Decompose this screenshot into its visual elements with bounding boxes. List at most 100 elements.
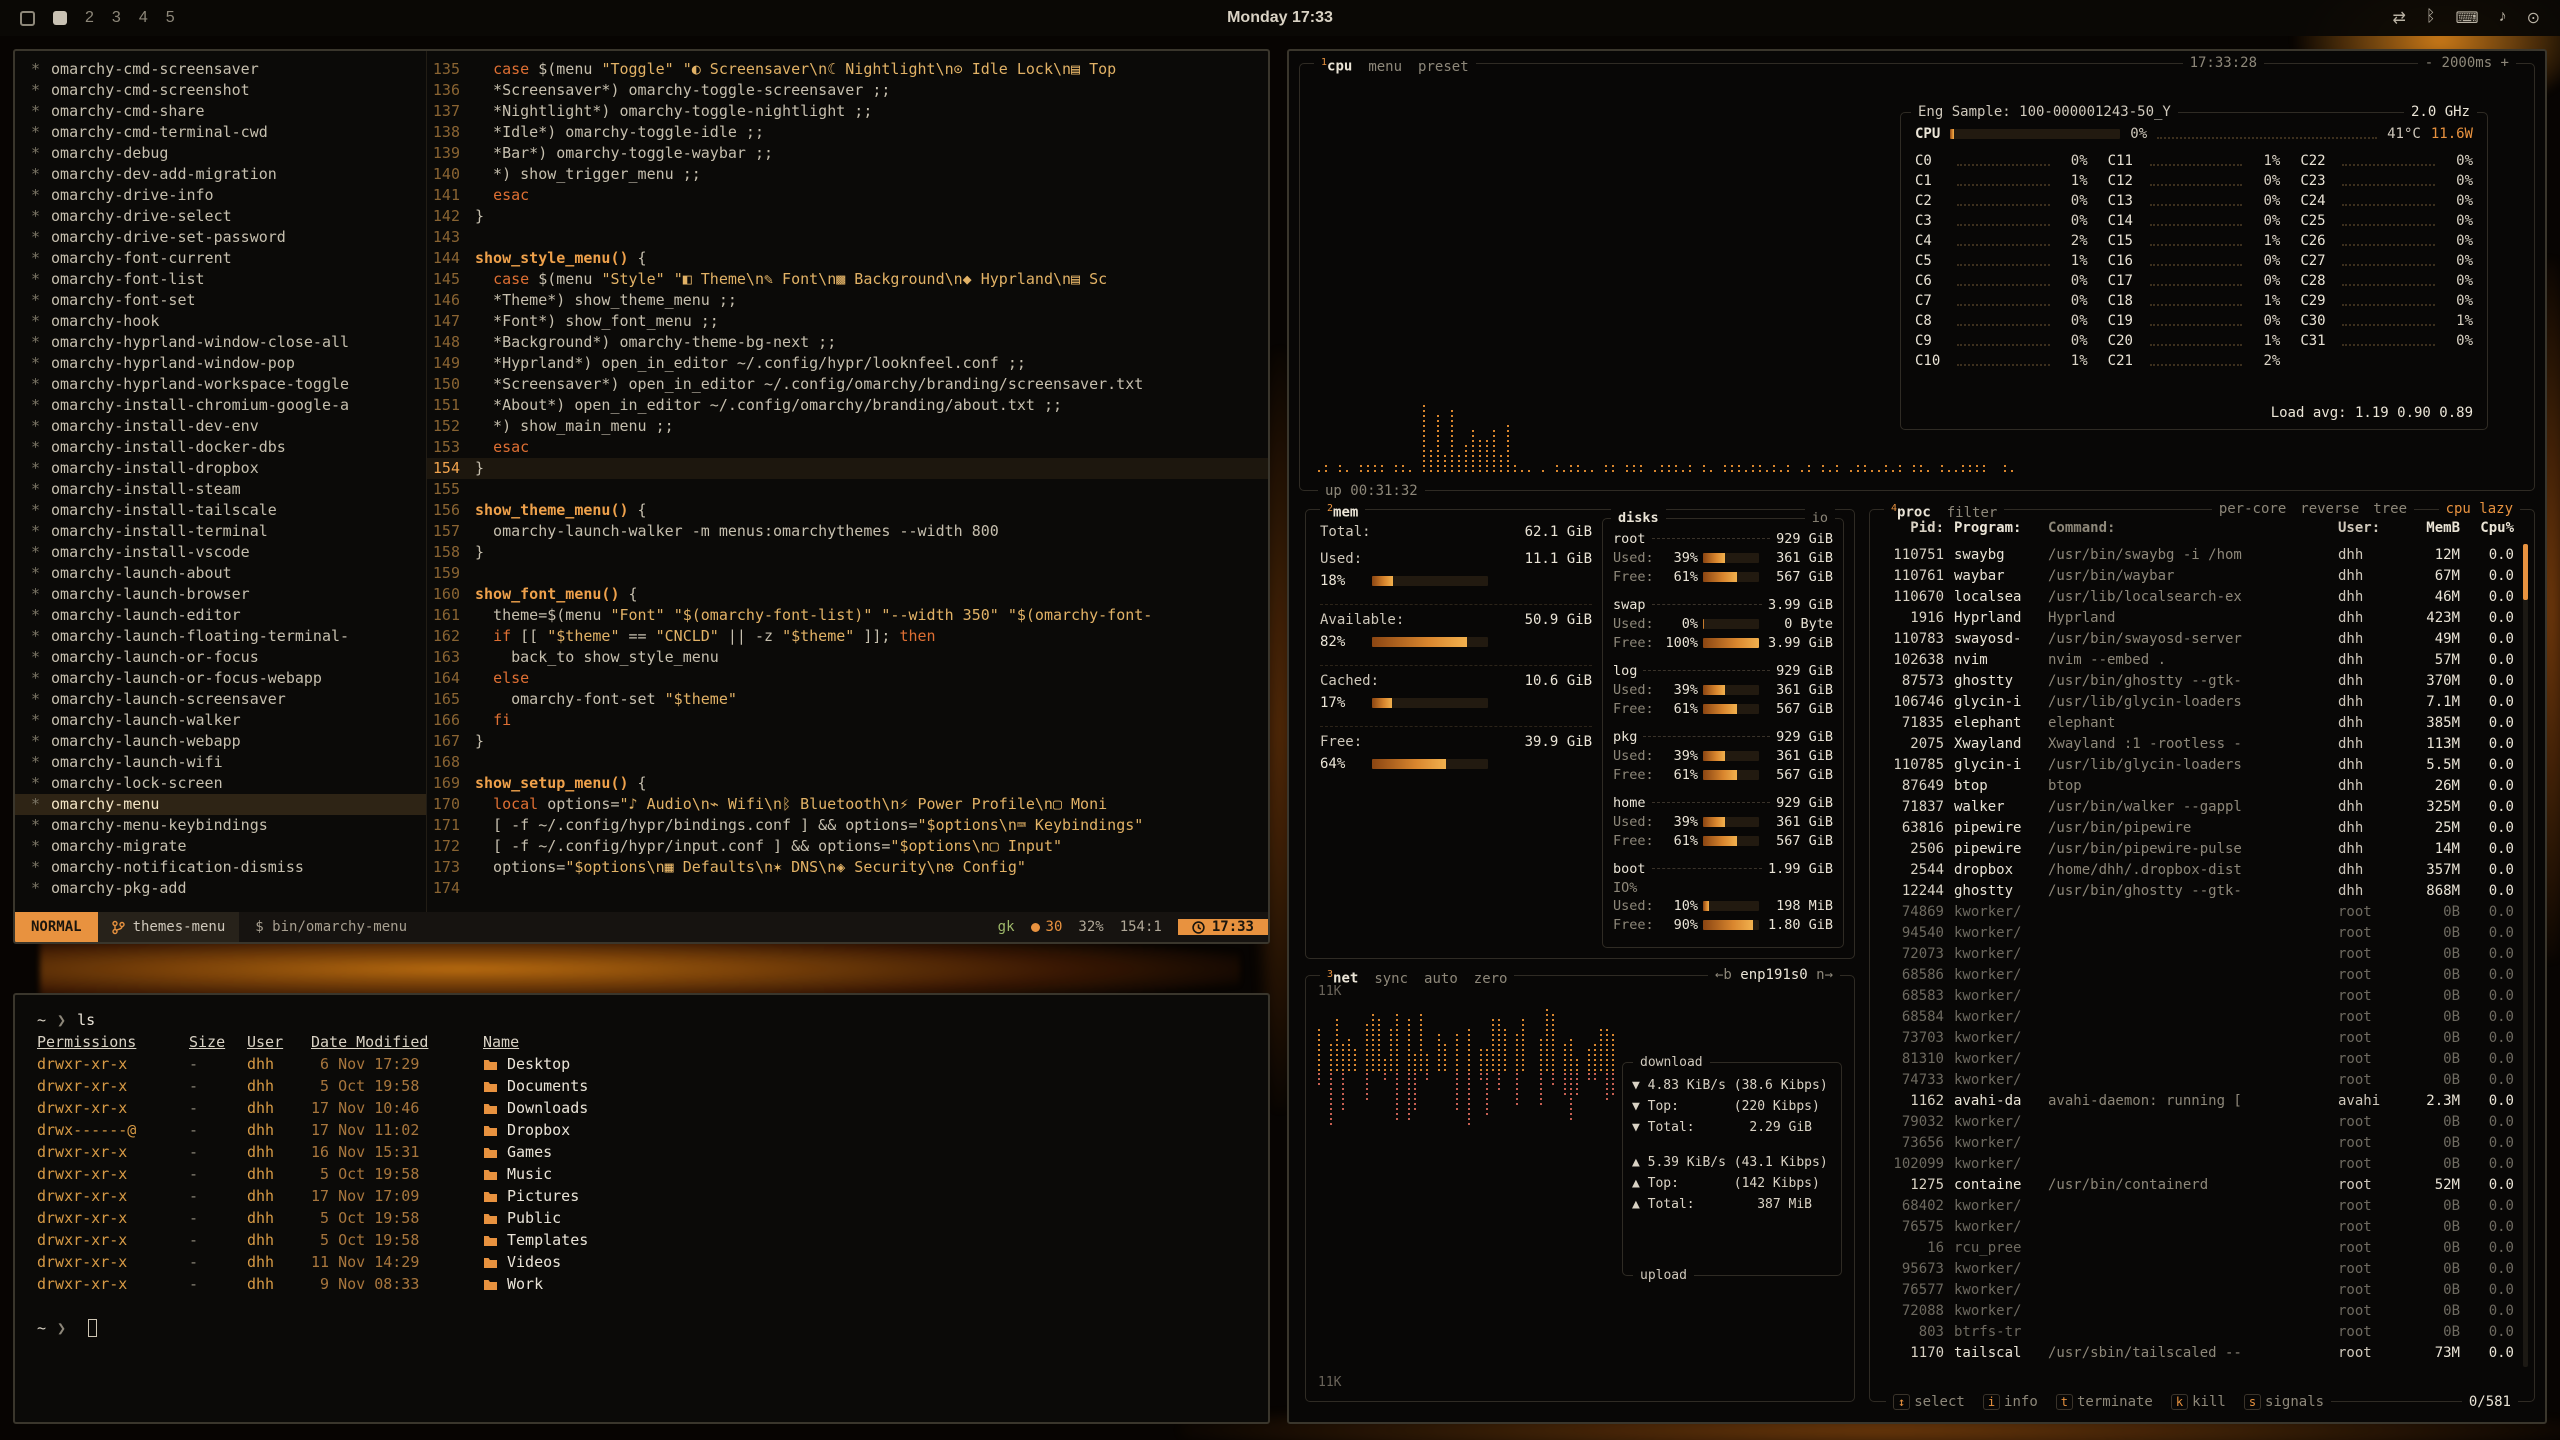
file-item[interactable]: *omarchy-install-tailscale bbox=[31, 500, 426, 521]
proc-action[interactable]: ssignals bbox=[2244, 1392, 2324, 1412]
file-item[interactable]: *omarchy-notification-dismiss bbox=[31, 857, 426, 878]
net-option[interactable]: zero bbox=[1474, 969, 1508, 989]
process-row[interactable]: 81310 kworker/ root 0B 0.0 bbox=[1882, 1048, 2514, 1069]
process-row[interactable]: 68586 kworker/ root 0B 0.0 bbox=[1882, 964, 2514, 985]
code-line[interactable]: 137 *Nightlight*) omarchy-toggle-nightli… bbox=[427, 101, 1268, 122]
code-line[interactable]: 164 else bbox=[427, 668, 1268, 689]
file-item[interactable]: *omarchy-hyprland-window-pop bbox=[31, 353, 426, 374]
file-item[interactable]: *omarchy-migrate bbox=[31, 836, 426, 857]
code-line[interactable]: 145 case $(menu "Style" "◧ Theme\n✎ Font… bbox=[427, 269, 1268, 290]
code-line[interactable]: 138 *Idle*) omarchy-toggle-idle ;; bbox=[427, 122, 1268, 143]
code-line[interactable]: 142} bbox=[427, 206, 1268, 227]
process-row[interactable]: 803 btrfs-tr root 0B 0.0 bbox=[1882, 1321, 2514, 1342]
process-row[interactable]: 68583 kworker/ root 0B 0.0 bbox=[1882, 985, 2514, 1006]
file-item[interactable]: *omarchy-menu bbox=[15, 794, 426, 815]
workspace-1-active-icon[interactable] bbox=[53, 11, 67, 25]
file-item[interactable]: *omarchy-drive-info bbox=[31, 185, 426, 206]
file-item[interactable]: *omarchy-cmd-terminal-cwd bbox=[31, 122, 426, 143]
process-row[interactable]: 87649 btop btop dhh 26M 0.0 bbox=[1882, 775, 2514, 796]
workspace-number[interactable]: 3 bbox=[112, 9, 121, 27]
power-icon[interactable]: ⊙ bbox=[2527, 8, 2540, 28]
code-line[interactable]: 151 *About*) open_in_editor ~/.config/om… bbox=[427, 395, 1268, 416]
file-item[interactable]: *omarchy-install-dev-env bbox=[31, 416, 426, 437]
process-row[interactable]: 110751 swaybg /usr/bin/swaybg -i /hom dh… bbox=[1882, 544, 2514, 565]
code-line[interactable]: 171 [ -f ~/.config/hypr/bindings.conf ] … bbox=[427, 815, 1268, 836]
process-row[interactable]: 1170 tailscal /usr/sbin/tailscaled -- ro… bbox=[1882, 1342, 2514, 1363]
file-item[interactable]: *omarchy-launch-wifi bbox=[31, 752, 426, 773]
process-row[interactable]: 76577 kworker/ root 0B 0.0 bbox=[1882, 1279, 2514, 1300]
process-row[interactable]: 110670 localsea /usr/lib/localsearch-ex … bbox=[1882, 586, 2514, 607]
process-row[interactable]: 71835 elephant elephant dhh 385M 0.0 bbox=[1882, 712, 2514, 733]
process-row[interactable]: 72088 kworker/ root 0B 0.0 bbox=[1882, 1300, 2514, 1321]
code-line[interactable]: 154} bbox=[427, 458, 1268, 479]
file-item[interactable]: *omarchy-launch-floating-terminal- bbox=[31, 626, 426, 647]
file-item[interactable]: *omarchy-launch-screensaver bbox=[31, 689, 426, 710]
process-row[interactable]: 72073 kworker/ root 0B 0.0 bbox=[1882, 943, 2514, 964]
keyboard-icon[interactable]: ⌨ bbox=[2456, 8, 2479, 28]
file-item[interactable]: *omarchy-menu-keybindings bbox=[31, 815, 426, 836]
process-row[interactable]: 16 rcu_pree root 0B 0.0 bbox=[1882, 1237, 2514, 1258]
file-item[interactable]: *omarchy-cmd-share bbox=[31, 101, 426, 122]
code-line[interactable]: 169show_setup_menu() { bbox=[427, 773, 1268, 794]
file-item[interactable]: *omarchy-install-steam bbox=[31, 479, 426, 500]
file-item[interactable]: *omarchy-install-dropbox bbox=[31, 458, 426, 479]
process-row[interactable]: 95673 kworker/ root 0B 0.0 bbox=[1882, 1258, 2514, 1279]
file-item[interactable]: *omarchy-hook bbox=[31, 311, 426, 332]
process-row[interactable]: 87573 ghostty /usr/bin/ghostty --gtk- dh… bbox=[1882, 670, 2514, 691]
process-row[interactable]: 68402 kworker/ root 0B 0.0 bbox=[1882, 1195, 2514, 1216]
code-line[interactable]: 156show_theme_menu() { bbox=[427, 500, 1268, 521]
proc-option[interactable]: tree bbox=[2373, 499, 2407, 519]
process-row[interactable]: 12244 ghostty /usr/bin/ghostty --gtk- dh… bbox=[1882, 880, 2514, 901]
file-item[interactable]: *omarchy-drive-select bbox=[31, 206, 426, 227]
process-row[interactable]: 110783 swayosd- /usr/bin/swayosd-server … bbox=[1882, 628, 2514, 649]
process-row[interactable]: 2506 pipewire /usr/bin/pipewire-pulse dh… bbox=[1882, 838, 2514, 859]
code-line[interactable]: 165 omarchy-font-set "$theme" bbox=[427, 689, 1268, 710]
process-row[interactable]: 110785 glycin-i /usr/lib/glycin-loaders … bbox=[1882, 754, 2514, 775]
process-row[interactable]: 2544 dropbox /home/dhh/.dropbox-dist dhh… bbox=[1882, 859, 2514, 880]
file-item[interactable]: *omarchy-launch-webapp bbox=[31, 731, 426, 752]
network-arrows-icon[interactable]: ⇄ bbox=[2392, 8, 2405, 28]
net-option[interactable]: sync bbox=[1374, 969, 1408, 989]
code-line[interactable]: 161 theme=$(menu "Font" "$(omarchy-font-… bbox=[427, 605, 1268, 626]
process-row[interactable]: 1162 avahi-da avahi-daemon: running [ av… bbox=[1882, 1090, 2514, 1111]
process-row[interactable]: 94540 kworker/ root 0B 0.0 bbox=[1882, 922, 2514, 943]
code-line[interactable]: 135 case $(menu "Toggle" "◐ Screensaver\… bbox=[427, 59, 1268, 80]
code-line[interactable]: 163 back_to show_style_menu bbox=[427, 647, 1268, 668]
cpu-tab[interactable]: menu bbox=[1368, 57, 1402, 77]
proc-scrollbar[interactable] bbox=[2523, 544, 2528, 1367]
process-row[interactable]: 71837 walker /usr/bin/walker --gappl dhh… bbox=[1882, 796, 2514, 817]
code-line[interactable]: 150 *Screensaver*) open_in_editor ~/.con… bbox=[427, 374, 1268, 395]
cpu-tab[interactable]: preset bbox=[1418, 57, 1469, 77]
file-item[interactable]: *omarchy-launch-browser bbox=[31, 584, 426, 605]
proc-option[interactable]: per-core bbox=[2219, 499, 2286, 519]
proc-action[interactable]: tterminate bbox=[2056, 1392, 2153, 1412]
code-line[interactable]: 173 options="$options\n▦ Defaults\n✶ DNS… bbox=[427, 857, 1268, 878]
file-item[interactable]: *omarchy-dev-add-migration bbox=[31, 164, 426, 185]
process-row[interactable]: 79032 kworker/ root 0B 0.0 bbox=[1882, 1111, 2514, 1132]
code-line[interactable]: 157 omarchy-launch-walker -m menus:omarc… bbox=[427, 521, 1268, 542]
file-item[interactable]: *omarchy-install-docker-dbs bbox=[31, 437, 426, 458]
file-item[interactable]: *omarchy-launch-about bbox=[31, 563, 426, 584]
code-line[interactable]: 148 *Background*) omarchy-theme-bg-next … bbox=[427, 332, 1268, 353]
process-row[interactable]: 110761 waybar /usr/bin/waybar dhh 67M 0.… bbox=[1882, 565, 2514, 586]
process-row[interactable]: 2075 Xwayland Xwayland :1 -rootless - dh… bbox=[1882, 733, 2514, 754]
proc-option[interactable]: reverse bbox=[2300, 499, 2359, 519]
process-row[interactable]: 73656 kworker/ root 0B 0.0 bbox=[1882, 1132, 2514, 1153]
proc-action[interactable]: iinfo bbox=[1983, 1392, 2038, 1412]
file-item[interactable]: *omarchy-font-current bbox=[31, 248, 426, 269]
file-item[interactable]: *omarchy-install-chromium-google-a bbox=[31, 395, 426, 416]
code-line[interactable]: 160show_font_menu() { bbox=[427, 584, 1268, 605]
proc-sort[interactable]: cpu lazy bbox=[2439, 499, 2520, 519]
file-item[interactable]: *omarchy-install-terminal bbox=[31, 521, 426, 542]
proc-action[interactable]: kkill bbox=[2171, 1392, 2226, 1412]
code-line[interactable]: 147 *Font*) show_font_menu ;; bbox=[427, 311, 1268, 332]
file-item[interactable]: *omarchy-launch-or-focus-webapp bbox=[31, 668, 426, 689]
code-line[interactable]: 146 *Theme*) show_theme_menu ;; bbox=[427, 290, 1268, 311]
file-item[interactable]: *omarchy-hyprland-workspace-toggle bbox=[31, 374, 426, 395]
file-item[interactable]: *omarchy-launch-walker bbox=[31, 710, 426, 731]
file-item[interactable]: *omarchy-install-vscode bbox=[31, 542, 426, 563]
refresh-interval[interactable]: - 2000ms + bbox=[2418, 53, 2516, 73]
code-line[interactable]: 141 esac bbox=[427, 185, 1268, 206]
workspace-number[interactable]: 4 bbox=[139, 9, 148, 27]
volume-icon[interactable]: ♪ bbox=[2499, 8, 2507, 28]
